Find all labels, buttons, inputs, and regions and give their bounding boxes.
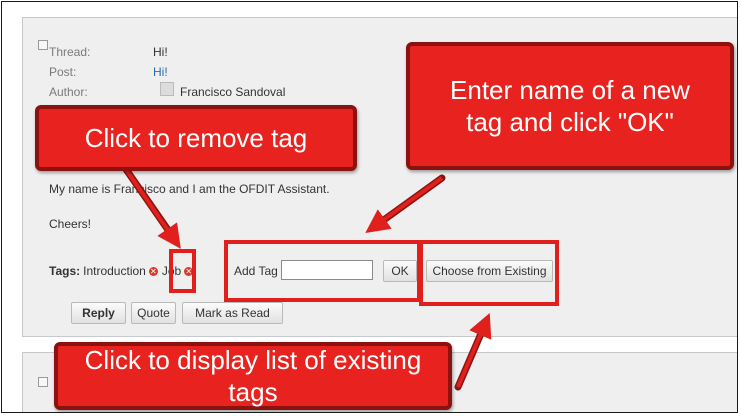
remove-tag-callout: Click to remove tag <box>35 105 357 171</box>
new-tag-callout: Enter name of a new tag and click "OK" <box>406 42 734 170</box>
screenshot-frame: Thread: Hi! Post: Hi! Author: Francisco … <box>1 1 738 413</box>
existing-tags-callout: Click to display list of existing tags <box>54 342 452 410</box>
new-tag-callout-line: tag and click "OK" <box>466 107 674 137</box>
new-tag-callout-line: Enter name of a new <box>450 74 690 105</box>
